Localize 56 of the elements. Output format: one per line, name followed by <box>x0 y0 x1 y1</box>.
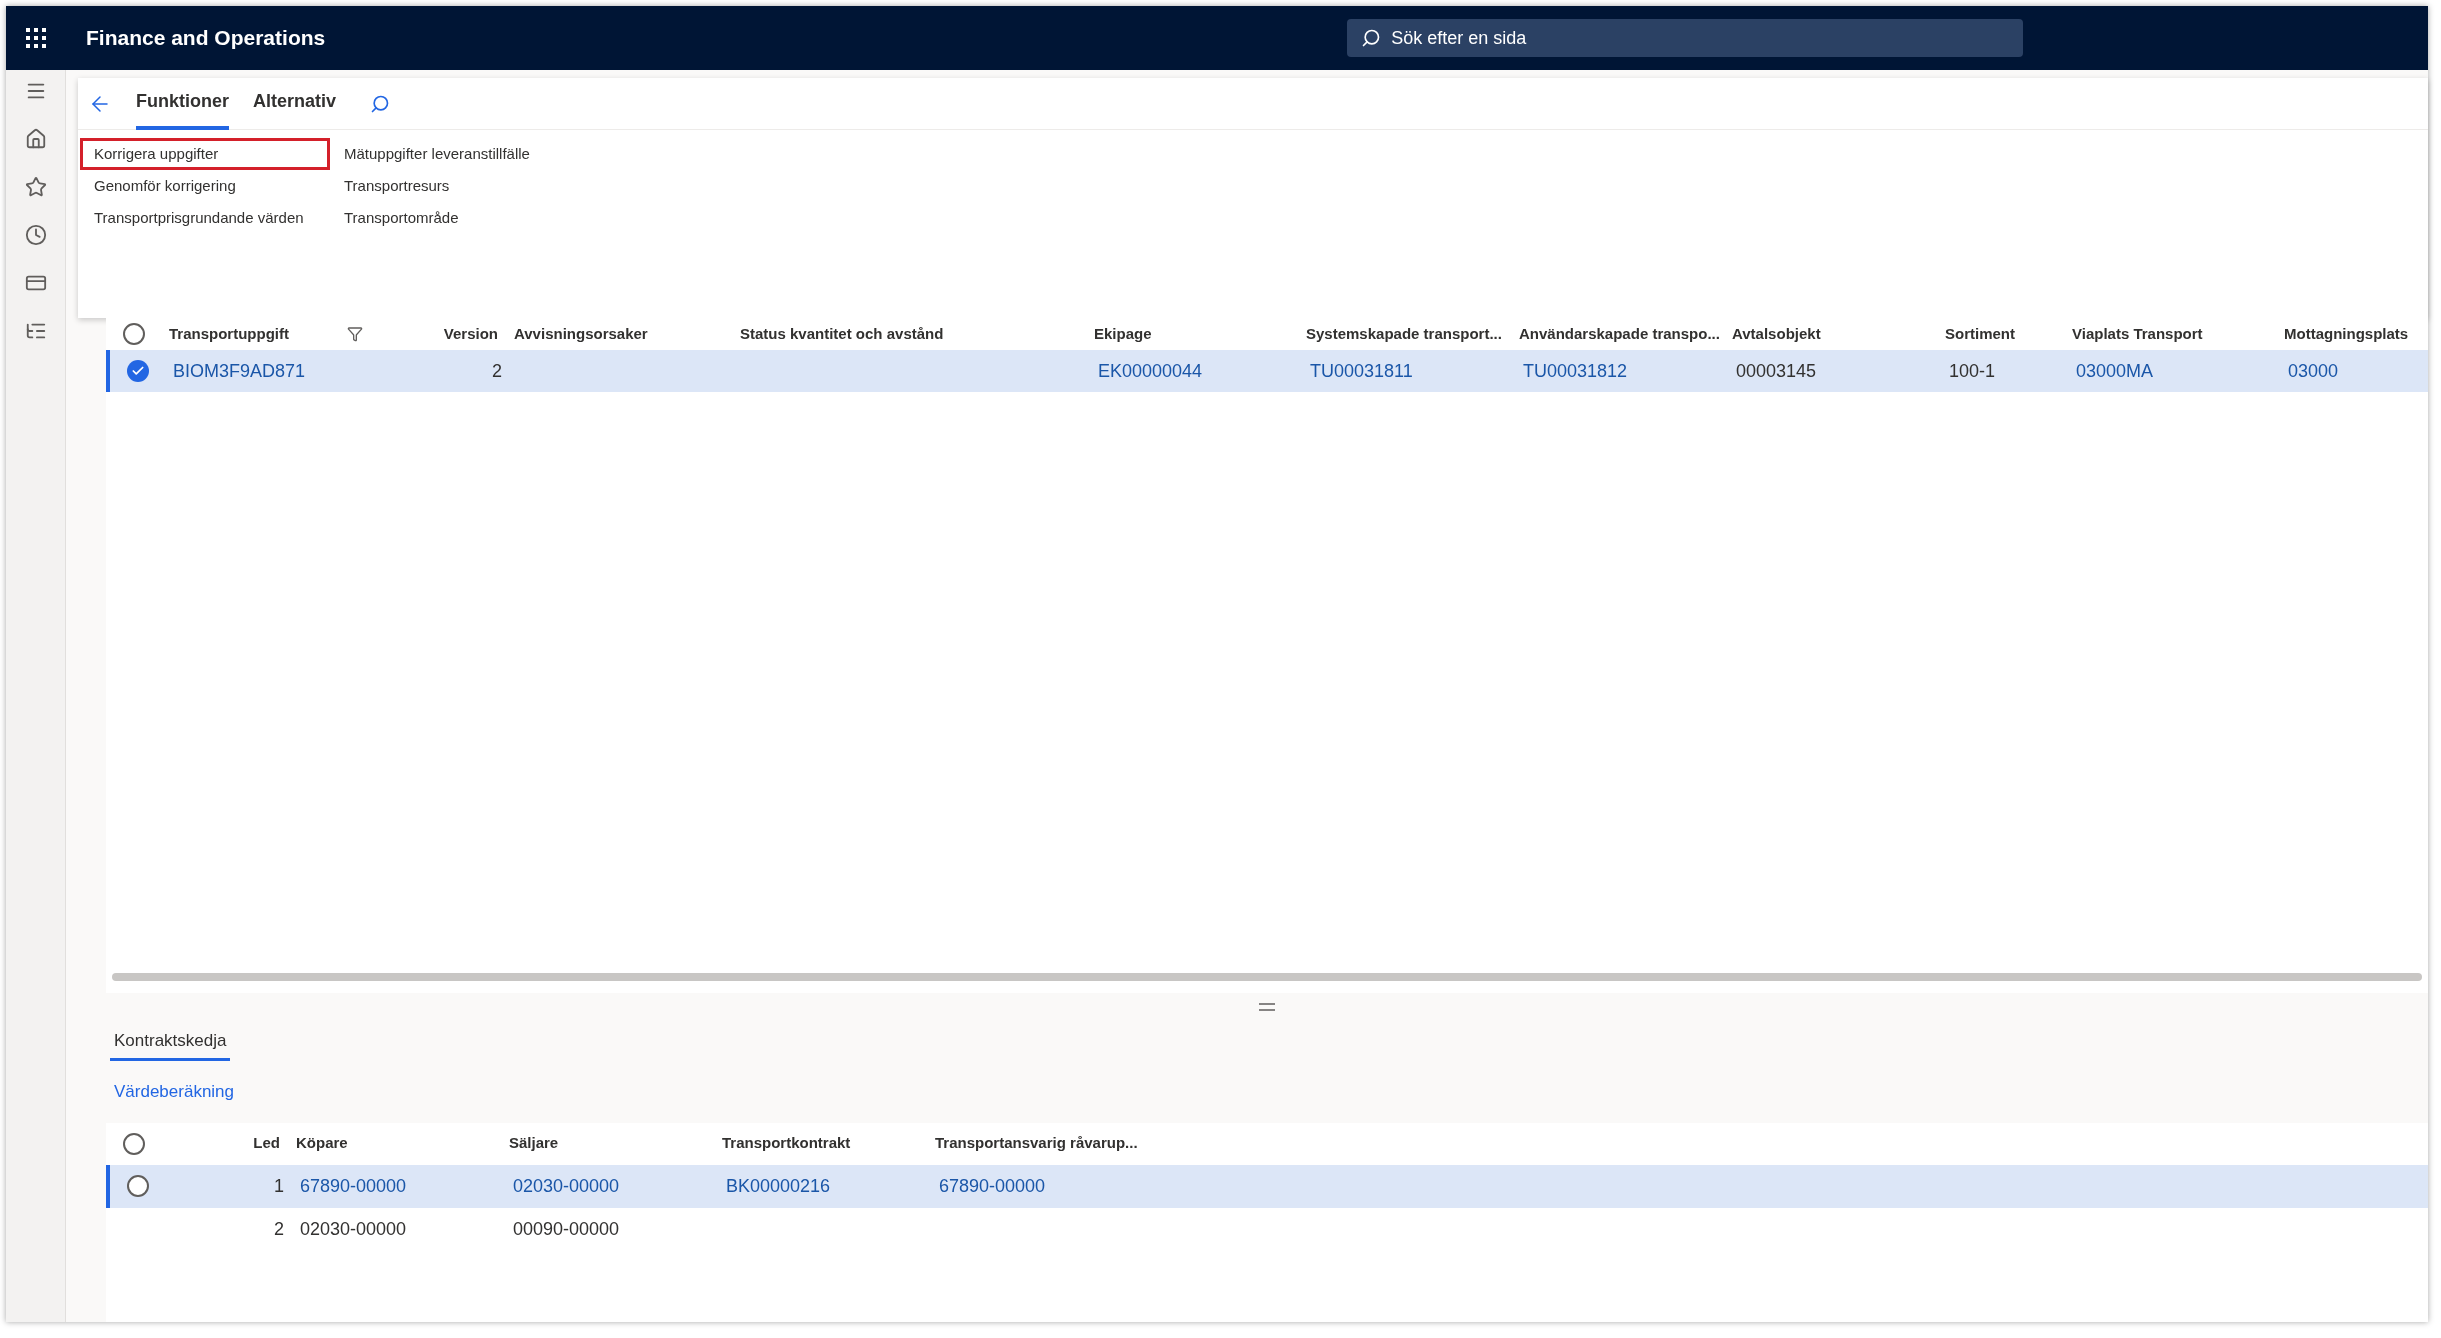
column-header[interactable]: Transportkontrakt <box>722 1132 851 1155</box>
link[interactable]: Värdeberäkning <box>114 1079 235 1105</box>
table-row[interactable]: BIOM3F9AD871 2 EK00000044 TU00031811 TU00031812 00003145 100-1 03000MA 03000 <box>106 350 2428 392</box>
column-header[interactable]: Ekipage <box>1094 322 1152 346</box>
table-cell-text: 02030-00000 <box>300 1217 407 1241</box>
cell-link[interactable]: 03000 <box>2288 357 2339 385</box>
column-header[interactable]: Avtalsobjekt <box>1732 322 1821 346</box>
table-cell-text: 00090-00000 <box>513 1217 620 1241</box>
column-header[interactable]: Led <box>253 1132 280 1155</box>
cell-link[interactable]: BK00000216 <box>726 1172 831 1200</box>
menu-item[interactable]: Transportområde <box>330 202 580 234</box>
cell-link[interactable]: 67890-00000 <box>300 1172 407 1200</box>
search-field[interactable]: Sök efter en sida <box>1347 19 2024 57</box>
splitter-handle-icon[interactable] <box>1258 1003 1276 1011</box>
column-header[interactable]: Säljare <box>509 1132 559 1155</box>
menu-item[interactable]: Mätuppgifter leveranstillfälle <box>330 138 580 170</box>
column-header[interactable]: Sortiment <box>1945 322 2015 346</box>
table-row[interactable]: 1 67890-00000 02030-00000 BK00000216 67890-00000 <box>106 1164 2428 1208</box>
horizontal-scrollbar[interactable] <box>112 973 2422 981</box>
action-tab[interactable]: Funktioner <box>136 77 229 130</box>
table-cell-text: 1 <box>274 1174 284 1198</box>
search-icon[interactable] <box>370 93 391 114</box>
app-launcher-icon[interactable] <box>25 27 47 49</box>
app-title: Finance and Operations <box>86 25 326 52</box>
column-header[interactable]: Version <box>443 322 498 346</box>
table-cell-text: 2 <box>492 359 502 383</box>
menu-item[interactable]: Genomför korrigering <box>80 170 330 202</box>
column-header[interactable]: Systemskapade transport... <box>1306 322 1502 346</box>
star-icon <box>24 176 47 198</box>
menu-item[interactable]: Korrigera uppgifter <box>80 138 330 170</box>
column-header[interactable]: Transportuppgift <box>169 322 289 346</box>
cell-link[interactable]: BIOM3F9AD871 <box>173 357 306 385</box>
column-header[interactable]: Köpare <box>296 1132 348 1155</box>
column-header[interactable]: Avvisningsorsaker <box>514 322 648 346</box>
cell-link[interactable]: EK00000044 <box>1098 357 1203 385</box>
cell-link[interactable]: TU00031812 <box>1523 357 1628 385</box>
clock-icon <box>24 224 47 246</box>
table-cell-text: 00003145 <box>1736 359 1817 383</box>
menu-item[interactable]: Transportprisgrundande värden <box>80 202 330 234</box>
home-icon <box>24 128 47 150</box>
column-header[interactable]: Viaplats Transport <box>2072 322 2203 346</box>
column-header[interactable]: Mottagningsplats <box>2284 322 2409 346</box>
column-header[interactable]: Användarskapade transpo... <box>1519 322 1720 346</box>
search-icon <box>1361 28 1382 48</box>
cell-link[interactable]: TU00031811 <box>1310 357 1413 385</box>
table-cell-text: 100-1 <box>1949 359 1996 383</box>
table-row[interactable]: 2 02030-00000 00090-00000 <box>106 1207 2428 1251</box>
action-tab[interactable]: Alternativ <box>253 77 337 130</box>
details-tab[interactable]: Kontraktskedja <box>110 1023 231 1061</box>
column-header[interactable]: Status kvantitet och avstånd <box>740 322 944 346</box>
cell-link[interactable]: 02030-00000 <box>513 1172 620 1200</box>
table-cell-text: 2 <box>274 1217 284 1241</box>
cell-link[interactable]: 03000MA <box>2076 357 2154 385</box>
column-header[interactable]: Transportansvarig råvarup... <box>935 1132 1138 1155</box>
menu-item[interactable]: Transportresurs <box>330 170 580 202</box>
cell-link[interactable]: 67890-00000 <box>939 1172 1046 1200</box>
